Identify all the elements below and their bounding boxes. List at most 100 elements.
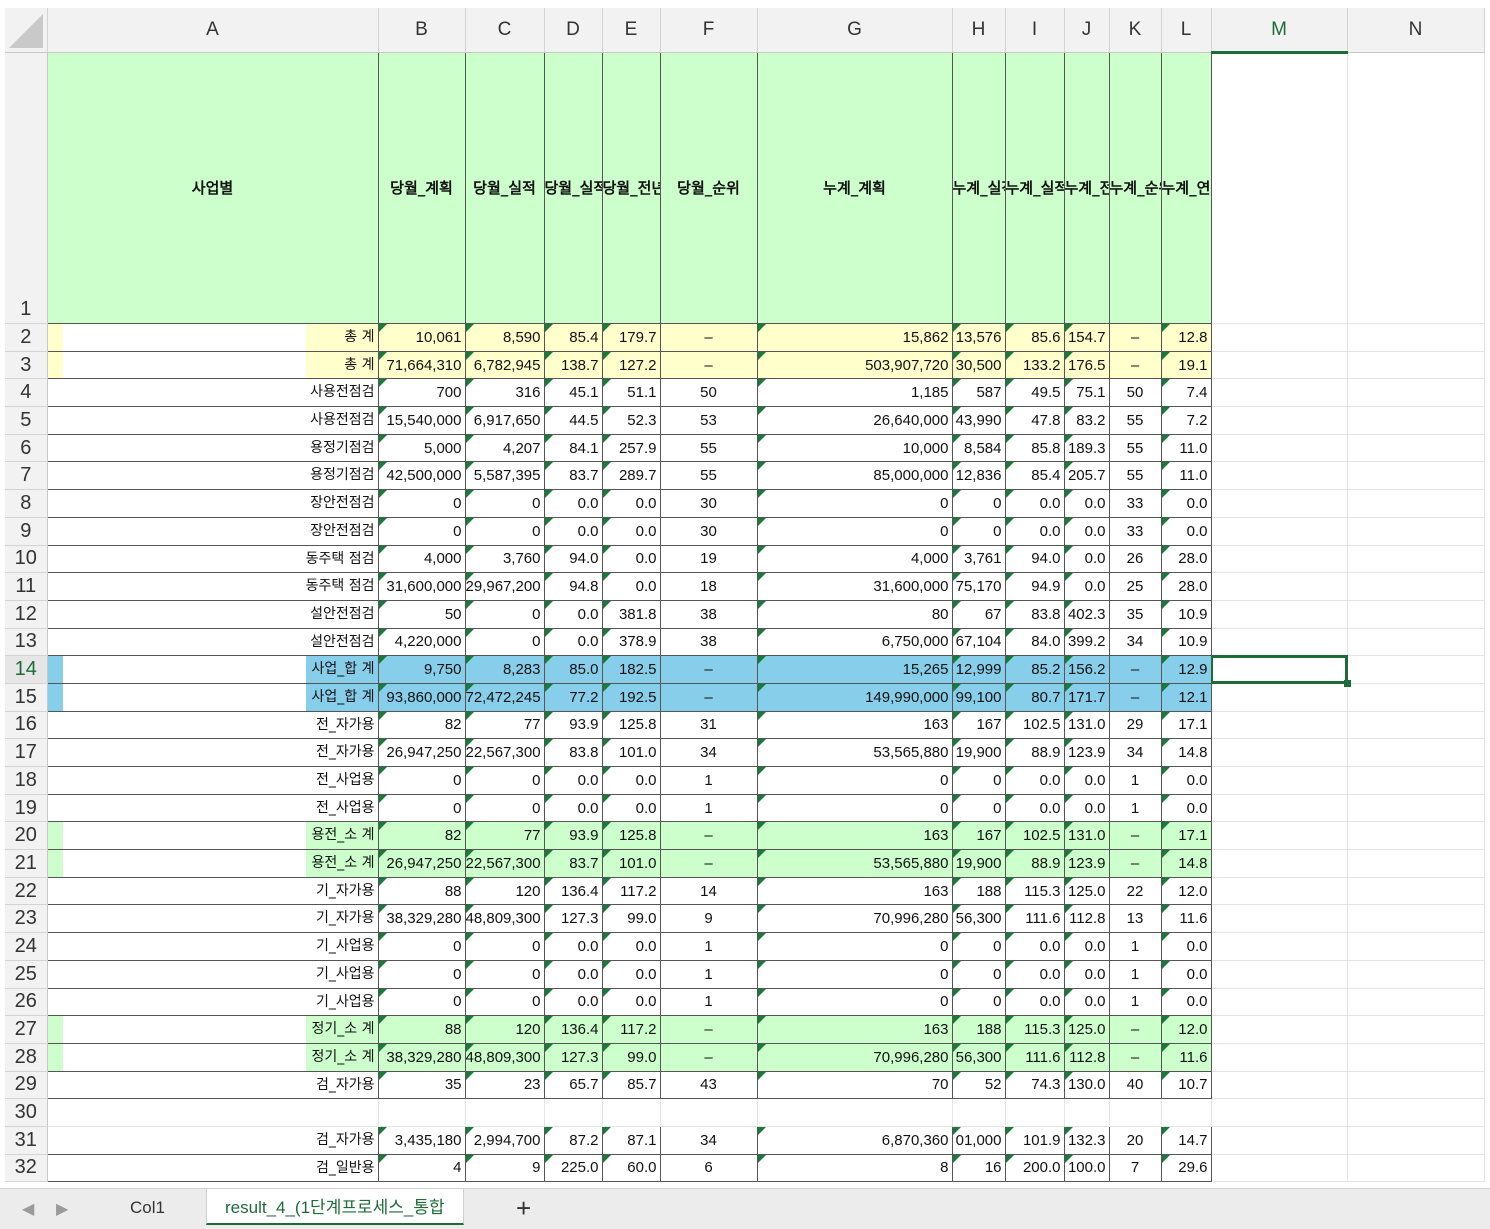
cell-g30[interactable] — [756, 1098, 953, 1127]
cell-k9[interactable]: 33 — [1108, 516, 1162, 546]
cell-j12[interactable]: 402.3 — [1063, 599, 1110, 629]
cell-a23[interactable]: 기_자가용 — [46, 904, 379, 934]
cell-b25[interactable]: 0 — [377, 959, 466, 989]
cell-i28[interactable]: 111.6 — [1004, 1042, 1065, 1072]
cell-n22[interactable] — [1346, 876, 1485, 906]
cell-i5[interactable]: 47.8 — [1004, 406, 1065, 435]
header-cell-cum-yoy-rate[interactable]: 누계_전년동기실적률 — [1063, 52, 1110, 324]
spreadsheet-grid[interactable]: A B C D E F G H I J K L M N 1 사업별 당월_계획 … — [5, 8, 1485, 1183]
cell-e23[interactable]: 99.0 — [601, 904, 661, 934]
cell-j14[interactable]: 156.2 — [1063, 655, 1110, 684]
header-cell-annual-progress[interactable]: 누계_연간진도율 — [1160, 52, 1212, 324]
cell-c20[interactable]: 77 — [464, 821, 545, 851]
cell-i20[interactable]: 102.5 — [1004, 821, 1065, 851]
cell-g18[interactable]: 0 — [756, 766, 953, 795]
cell-f26[interactable]: 1 — [659, 987, 758, 1017]
cell-k13[interactable]: 34 — [1108, 627, 1162, 657]
cell-i11[interactable]: 94.9 — [1004, 572, 1065, 601]
cell-h11[interactable]: 75,170 — [951, 572, 1006, 601]
cell-l31[interactable]: 14.7 — [1160, 1125, 1212, 1155]
cell-g2[interactable]: 15,862 — [756, 323, 953, 352]
cell-a24[interactable]: 기_사업용 — [46, 932, 379, 961]
cell-d25[interactable]: 0.0 — [543, 959, 603, 989]
cell-g23[interactable]: 70,996,280 — [756, 904, 953, 934]
row-header[interactable]: 28 — [5, 1043, 48, 1072]
header-cell-month-plan[interactable]: 당월_계획 — [377, 52, 466, 324]
cell-l3[interactable]: 19.1 — [1160, 350, 1212, 380]
cell-m18[interactable] — [1210, 766, 1348, 795]
row-header[interactable]: 23 — [5, 904, 48, 934]
row-header[interactable]: 29 — [5, 1071, 48, 1100]
cell-a20[interactable]: 용전_소 계 — [46, 821, 379, 851]
column-header-i[interactable]: I — [1005, 8, 1065, 53]
cell-f4[interactable]: 50 — [659, 378, 758, 408]
cell-k18[interactable]: 1 — [1108, 766, 1162, 795]
row-header[interactable]: 1 — [5, 52, 48, 324]
prev-sheet-icon[interactable]: ◀ — [22, 1199, 34, 1219]
column-header-a[interactable]: A — [47, 8, 379, 53]
cell-a8[interactable]: 장안전점검 — [46, 489, 379, 518]
sheet-tab-result[interactable]: result_4_(1단계프로세스_통합 — [206, 1189, 464, 1225]
cell-l14[interactable]: 12.9 — [1160, 655, 1212, 684]
cell-h23[interactable]: 56,300 — [951, 904, 1006, 934]
cell-m26[interactable] — [1210, 987, 1348, 1017]
cell-g8[interactable]: 0 — [756, 489, 953, 518]
cell-n6[interactable] — [1346, 433, 1485, 463]
cell-f29[interactable]: 43 — [659, 1070, 758, 1100]
cell-l17[interactable]: 14.8 — [1160, 738, 1212, 767]
cell-h21[interactable]: 19,900 — [951, 849, 1006, 878]
cell-h26[interactable]: 0 — [951, 987, 1006, 1017]
cell-g31[interactable]: 6,870,360 — [756, 1125, 953, 1155]
cell-g24[interactable]: 0 — [756, 932, 953, 961]
cell-m17[interactable] — [1210, 738, 1348, 767]
cell-n25[interactable] — [1346, 959, 1485, 989]
cell-d14[interactable]: 85.0 — [543, 655, 603, 684]
cell-l4[interactable]: 7.4 — [1160, 378, 1212, 408]
cell-d24[interactable]: 0.0 — [543, 932, 603, 961]
cell-m11[interactable] — [1210, 572, 1348, 601]
cell-f23[interactable]: 9 — [659, 904, 758, 934]
cell-f17[interactable]: 34 — [659, 738, 758, 767]
cell-i27[interactable]: 115.3 — [1004, 1015, 1065, 1044]
row-header[interactable]: 18 — [5, 766, 48, 795]
cell-l21[interactable]: 14.8 — [1160, 849, 1212, 878]
add-sheet-icon[interactable]: + — [516, 1193, 531, 1224]
cell-e19[interactable]: 0.0 — [601, 793, 661, 823]
cell-d5[interactable]: 44.5 — [543, 406, 603, 435]
cell-b10[interactable]: 4,000 — [377, 544, 466, 574]
cell-h6[interactable]: 8,584 — [951, 433, 1006, 463]
row-header[interactable]: 26 — [5, 988, 48, 1017]
cell-g28[interactable]: 70,996,280 — [756, 1042, 953, 1072]
cell-k2[interactable]: – — [1108, 323, 1162, 352]
cell-a31[interactable]: 검_자가용 — [46, 1125, 379, 1155]
cell-g27[interactable]: 163 — [756, 1015, 953, 1044]
row-header[interactable]: 3 — [5, 351, 48, 380]
cell-g5[interactable]: 26,640,000 — [756, 406, 953, 435]
cell-a11[interactable]: 동주택 점검 — [46, 572, 379, 601]
cell-d13[interactable]: 0.0 — [543, 627, 603, 657]
cell-h9[interactable]: 0 — [951, 516, 1006, 546]
cell-n29[interactable] — [1346, 1070, 1485, 1100]
cell-c14[interactable]: 8,283 — [464, 655, 545, 684]
cell-e22[interactable]: 117.2 — [601, 876, 661, 906]
cell-h28[interactable]: 56,300 — [951, 1042, 1006, 1072]
cell-k24[interactable]: 1 — [1108, 932, 1162, 961]
cell-k17[interactable]: 34 — [1108, 738, 1162, 767]
cell-l22[interactable]: 12.0 — [1160, 876, 1212, 906]
cell-b7[interactable]: 42,500,000 — [377, 461, 466, 491]
cell-n24[interactable] — [1346, 932, 1485, 961]
row-header[interactable]: 7 — [5, 461, 48, 491]
row-header[interactable]: 11 — [5, 572, 48, 601]
cell-e15[interactable]: 192.5 — [601, 682, 661, 712]
cell-n3[interactable] — [1346, 350, 1485, 380]
cell-e27[interactable]: 117.2 — [601, 1015, 661, 1044]
cell-c6[interactable]: 4,207 — [464, 433, 545, 463]
cell-l28[interactable]: 11.6 — [1160, 1042, 1212, 1072]
cell-i31[interactable]: 101.9 — [1004, 1125, 1065, 1155]
cell-f24[interactable]: 1 — [659, 932, 758, 961]
cell-h10[interactable]: 3,761 — [951, 544, 1006, 574]
cell-l30[interactable] — [1160, 1098, 1212, 1127]
cell-n27[interactable] — [1346, 1015, 1485, 1044]
column-header-n[interactable]: N — [1347, 8, 1485, 53]
cell-c22[interactable]: 120 — [464, 876, 545, 906]
